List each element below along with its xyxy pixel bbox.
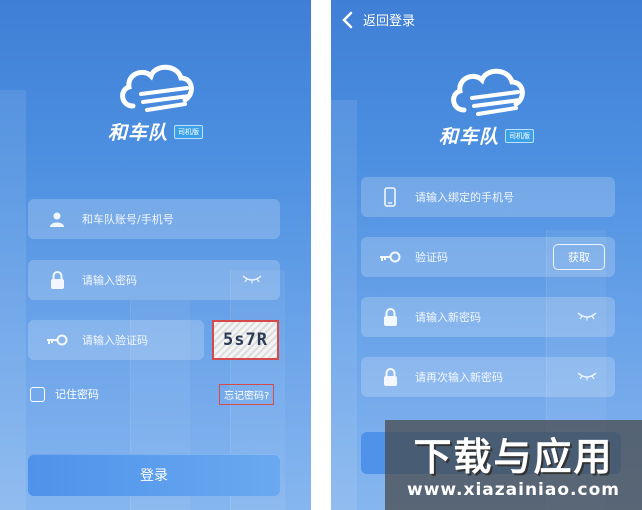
key-icon — [46, 329, 68, 351]
brand-row: 和车队 司机版 — [331, 122, 642, 149]
watermark: 下载与应用 www.xiazainiao.com — [385, 420, 642, 510]
background-building — [331, 100, 357, 510]
brand-name: 和车队 — [438, 126, 499, 148]
brand-tag: 司机版 — [505, 128, 534, 143]
new-password-field[interactable]: 请输入新密码 — [361, 297, 615, 337]
chevron-left-icon — [342, 11, 353, 28]
forgot-password-link[interactable]: 忘记密码? — [219, 384, 275, 405]
phone-icon — [379, 186, 401, 208]
user-icon — [46, 208, 68, 230]
watermark-text: 下载与应用 — [413, 435, 614, 479]
login-screen: 和车队 司机版 和车队账号/手机号 请输入密码 请输入验证码 5s7R 记住密码… — [0, 0, 311, 510]
account-placeholder: 和车队账号/手机号 — [82, 213, 174, 226]
lock-icon — [379, 366, 401, 388]
captcha-image[interactable]: 5s7R — [212, 320, 279, 360]
brand-row: 和车队 司机版 — [0, 118, 311, 145]
phone-placeholder: 请输入绑定的手机号 — [415, 191, 514, 204]
eye-closed-icon[interactable] — [242, 274, 262, 287]
login-button[interactable]: 登录 — [28, 454, 280, 496]
background-building — [0, 90, 26, 510]
cloud-logo-icon — [119, 64, 194, 112]
back-label: 返回登录 — [363, 14, 416, 29]
screenshot: 和车队 司机版 和车队账号/手机号 请输入密码 请输入验证码 5s7R 记住密码… — [0, 0, 642, 510]
phone-number-field[interactable]: 请输入绑定的手机号 — [361, 177, 615, 217]
account-field[interactable]: 和车队账号/手机号 — [28, 199, 280, 239]
sms-code-field[interactable]: 验证码 获取 — [361, 237, 615, 277]
app-logo: 和车队 司机版 — [0, 58, 311, 145]
lock-icon — [46, 269, 68, 291]
eye-closed-icon[interactable] — [577, 371, 597, 384]
app-logo: 和车队 司机版 — [331, 62, 642, 149]
password-field[interactable]: 请输入密码 — [28, 260, 280, 300]
brand-name: 和车队 — [107, 122, 168, 144]
watermark-url: www.xiazainiao.com — [407, 480, 620, 500]
key-icon — [379, 246, 401, 268]
eye-closed-icon[interactable] — [577, 311, 597, 324]
captcha-code-field[interactable]: 请输入验证码 — [28, 320, 204, 360]
remember-checkbox[interactable] — [30, 386, 45, 402]
code-placeholder: 请输入验证码 — [82, 334, 148, 347]
remember-label: 记住密码 — [55, 388, 99, 401]
confirm-password-field[interactable]: 请再次输入新密码 — [361, 357, 615, 397]
cloud-logo-icon — [450, 68, 525, 116]
remember-password[interactable]: 记住密码 — [30, 386, 99, 402]
back-to-login[interactable]: 返回登录 — [341, 10, 415, 29]
get-code-button[interactable]: 获取 — [553, 244, 605, 270]
brand-tag: 司机版 — [174, 124, 203, 139]
lock-icon — [379, 306, 401, 328]
